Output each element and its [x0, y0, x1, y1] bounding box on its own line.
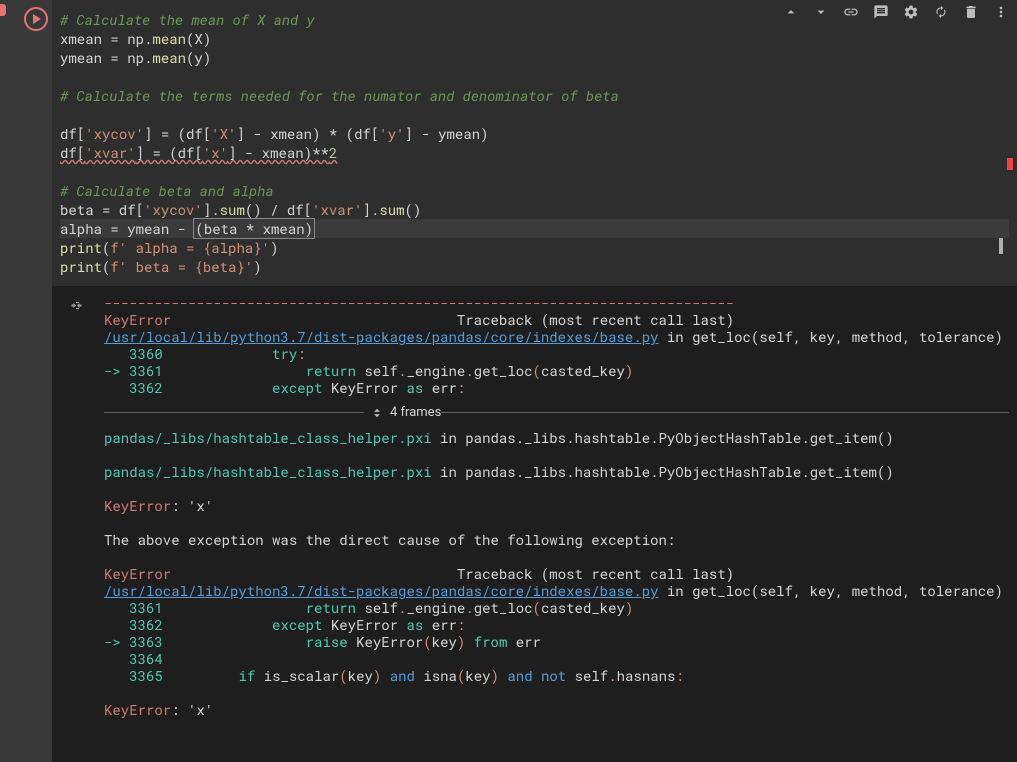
code-line: df['xycov'] = (df['X'] - xmean) * (df['y… [60, 124, 1009, 143]
code-line: df['xvar'] = (df['x'] - xmean)**2 [60, 143, 1009, 162]
move-up-icon[interactable] [783, 4, 799, 20]
error-badge [0, 4, 6, 16]
code-line: ymean = np.mean(y) [60, 48, 1009, 67]
mirror-icon[interactable] [933, 4, 949, 20]
code-line: xmean = np.mean(X) [60, 29, 1009, 48]
run-cell-button[interactable] [24, 7, 48, 31]
cell-toolbar [783, 4, 1009, 20]
cell-gutter [0, 0, 52, 762]
link-icon[interactable] [843, 4, 859, 20]
code-line [60, 105, 1009, 124]
code-line: print(f' alpha = {alpha}') [60, 238, 1009, 257]
code-line [60, 162, 1009, 181]
code-line: # Calculate beta and alpha [60, 181, 1009, 200]
code-line: # Calculate the terms needed for the num… [60, 86, 1009, 105]
code-line [60, 67, 1009, 86]
move-down-icon[interactable] [813, 4, 829, 20]
code-line: beta = df['xycov'].sum() / df['xvar'].su… [60, 200, 1009, 219]
comment-icon[interactable] [873, 4, 889, 20]
output-icon[interactable] [70, 298, 86, 314]
code-line: print(f' beta = {beta}') [60, 257, 1009, 276]
editor-minimap-cursor [999, 238, 1003, 254]
output-area: ----------------------------------------… [52, 286, 1017, 762]
code-line: alpha = ymean - (beta * xmean) [60, 219, 1009, 238]
more-icon[interactable] [993, 4, 1009, 20]
minimap-error-marker [1007, 158, 1013, 170]
code-editor[interactable]: # Calculate the mean of X and yxmean = n… [52, 0, 1017, 286]
settings-icon[interactable] [903, 4, 919, 20]
frames-divider[interactable]: 4 frames [104, 404, 1009, 421]
delete-icon[interactable] [963, 4, 979, 20]
